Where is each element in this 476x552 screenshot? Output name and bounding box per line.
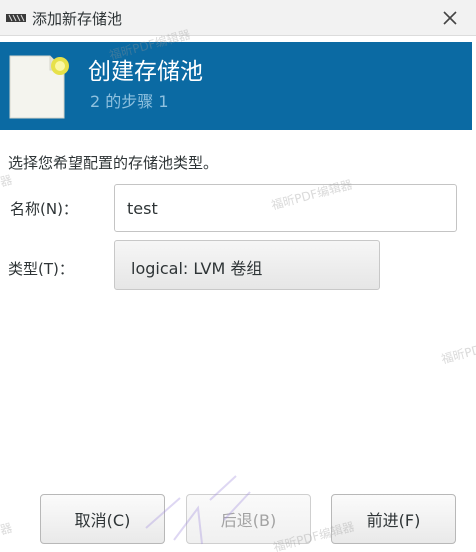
instruction-text: 选择您希望配置的存储池类型。 [8,154,219,172]
new-document-icon [9,55,69,119]
name-input[interactable] [114,184,457,232]
close-button[interactable] [436,4,464,32]
wizard-title: 创建存储池 [88,59,203,85]
watermark: 器 [0,520,14,538]
virt-manager-icon [6,14,26,22]
pool-type-selected-value: logical: LVM 卷组 [131,259,263,278]
wizard-step-indicator: 2 的步骤 1 [90,92,169,111]
close-icon [443,11,457,25]
pool-type-dropdown[interactable]: logical: LVM 卷组 [114,240,380,290]
watermark: 福昕PDF编辑器 [439,331,476,367]
type-label: 类型(T)： [8,260,74,278]
back-button: 后退(B) [186,494,311,544]
cancel-button[interactable]: 取消(C) [40,494,165,544]
title-bar: 添加新存储池 [0,0,476,36]
forward-button[interactable]: 前进(F) [331,494,456,544]
name-label: 名称(N)： [10,200,78,218]
window-title: 添加新存储池 [32,10,123,28]
wizard-header: 创建存储池 2 的步骤 1 [0,42,472,130]
watermark: 器 [0,172,14,190]
